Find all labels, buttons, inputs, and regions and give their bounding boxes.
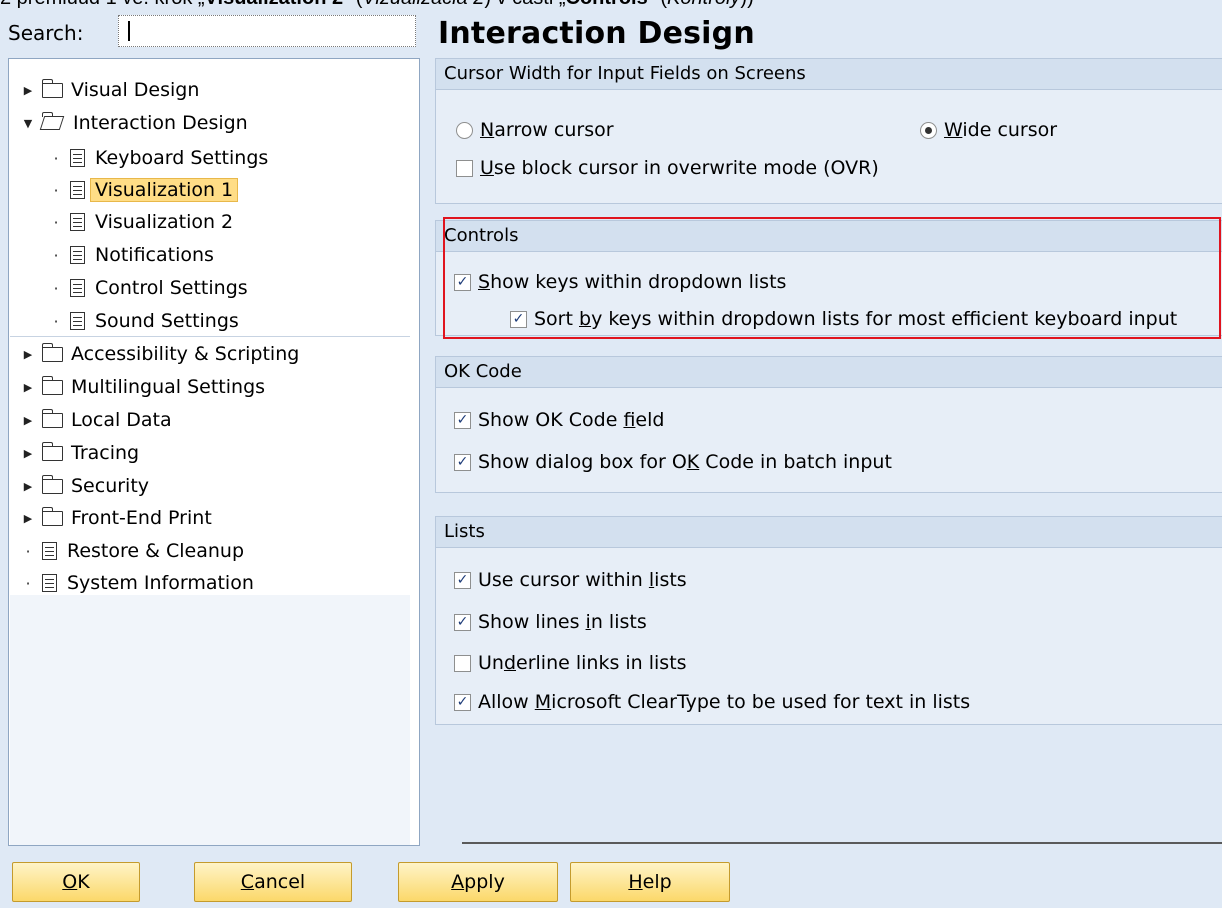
folder-icon	[41, 342, 63, 362]
tree-item-multilingual-settings[interactable]: ▶ Multilingual Settings	[21, 372, 265, 402]
document-icon	[42, 574, 57, 592]
narrow-cursor-radio[interactable]: Narrow cursor	[456, 119, 614, 141]
folder-icon	[41, 408, 63, 428]
search-input[interactable]	[118, 15, 416, 47]
highlight-box	[443, 217, 1221, 339]
expand-arrow-icon[interactable]: ▶	[21, 84, 35, 97]
tree-item-visualization-1[interactable]: · Visualization 1	[49, 175, 239, 205]
ok-button[interactable]: OK	[12, 862, 140, 902]
show-ok-code-field-checkbox[interactable]: ✓ Show OK Code field	[454, 409, 664, 431]
use-cursor-in-lists-checkbox[interactable]: ✓ Use cursor within lists	[454, 569, 687, 591]
tree-item-sound-settings[interactable]: · Sound Settings	[49, 306, 238, 336]
tree-item-visual-design[interactable]: ▶ Visual Design	[21, 75, 199, 105]
document-icon	[42, 542, 57, 560]
document-icon	[70, 213, 85, 231]
document-icon	[70, 246, 85, 264]
tree-item-tracing[interactable]: ▶ Tracing	[21, 438, 139, 468]
group-lists: Lists ✓ Use cursor within lists ✓ Show l…	[435, 516, 1222, 725]
radio-icon[interactable]	[456, 121, 473, 139]
block-cursor-checkbox[interactable]: Use block cursor in overwrite mode (OVR)	[456, 157, 879, 179]
checkbox-icon[interactable]	[454, 654, 471, 672]
show-lines-in-lists-checkbox[interactable]: ✓ Show lines in lists	[454, 611, 647, 633]
tree-item-notifications[interactable]: · Notifications	[49, 240, 213, 270]
folder-icon	[41, 78, 63, 98]
group-header: Cursor Width for Input Fields on Screens	[436, 59, 1222, 90]
expand-arrow-icon[interactable]: ▶	[21, 381, 35, 394]
folder-icon	[41, 441, 63, 461]
help-button[interactable]: Help	[570, 862, 730, 902]
folder-icon	[41, 474, 63, 494]
expand-arrow-icon[interactable]: ▶	[21, 348, 35, 361]
expand-arrow-icon[interactable]: ▶	[21, 480, 35, 493]
checkbox-icon[interactable]	[456, 159, 473, 177]
group-header: Lists	[436, 517, 1222, 548]
search-label: Search:	[8, 21, 84, 45]
instruction-caption: 2 premiuud 1 ve. krok „Visualization 2" …	[0, 0, 1222, 9]
checkbox-checked-icon[interactable]: ✓	[454, 571, 471, 589]
checkbox-checked-icon[interactable]: ✓	[454, 411, 471, 429]
checkbox-checked-icon[interactable]: ✓	[454, 613, 471, 631]
tree-item-security[interactable]: ▶ Security	[21, 471, 149, 501]
tree-item-control-settings[interactable]: · Control Settings	[49, 273, 247, 303]
wide-cursor-radio[interactable]: Wide cursor	[920, 119, 1057, 141]
document-icon	[70, 149, 85, 167]
tree-item-front-end-print[interactable]: ▶ Front-End Print	[21, 503, 212, 533]
document-icon	[70, 312, 85, 330]
tree-item-accessibility-scripting[interactable]: ▶ Accessibility & Scripting	[21, 339, 299, 369]
document-icon	[70, 279, 85, 297]
tree-item-keyboard-settings[interactable]: · Keyboard Settings	[49, 143, 268, 173]
folder-open-icon	[42, 111, 65, 131]
divider-line	[462, 842, 1222, 844]
group-header: OK Code	[436, 357, 1222, 388]
tree-separator	[10, 336, 410, 337]
group-ok-code: OK Code ✓ Show OK Code field ✓ Show dial…	[435, 356, 1222, 493]
expand-arrow-icon[interactable]: ▶	[21, 414, 35, 427]
folder-icon	[41, 506, 63, 526]
expand-arrow-icon[interactable]: ▶	[21, 447, 35, 460]
tree-item-visualization-2[interactable]: · Visualization 2	[49, 207, 233, 237]
apply-button[interactable]: Apply	[398, 862, 558, 902]
document-icon	[70, 181, 85, 199]
radio-selected-icon[interactable]	[920, 121, 937, 139]
group-cursor-width: Cursor Width for Input Fields on Screens…	[435, 58, 1222, 204]
checkbox-checked-icon[interactable]: ✓	[454, 693, 471, 711]
tree-empty-area	[10, 595, 410, 845]
tree-item-local-data[interactable]: ▶ Local Data	[21, 405, 172, 435]
collapse-arrow-icon[interactable]: ▼	[21, 117, 35, 130]
show-ok-code-dialog-checkbox[interactable]: ✓ Show dialog box for OK Code in batch i…	[454, 451, 892, 473]
checkbox-checked-icon[interactable]: ✓	[454, 453, 471, 471]
tree-item-interaction-design[interactable]: ▼ Interaction Design	[21, 108, 248, 138]
settings-tree: ▶ Visual Design ▼ Interaction Design · K…	[8, 58, 420, 846]
expand-arrow-icon[interactable]: ▶	[21, 512, 35, 525]
page-title: Interaction Design	[438, 16, 755, 51]
cleartype-checkbox[interactable]: ✓ Allow Microsoft ClearType to be used f…	[454, 691, 970, 713]
underline-links-checkbox[interactable]: Underline links in lists	[454, 652, 687, 674]
tree-item-restore-cleanup[interactable]: · Restore & Cleanup	[21, 536, 244, 566]
text-caret	[128, 21, 130, 41]
tree-item-system-information[interactable]: · System Information	[21, 568, 253, 598]
cancel-button[interactable]: Cancel	[194, 862, 352, 902]
folder-icon	[41, 375, 63, 395]
